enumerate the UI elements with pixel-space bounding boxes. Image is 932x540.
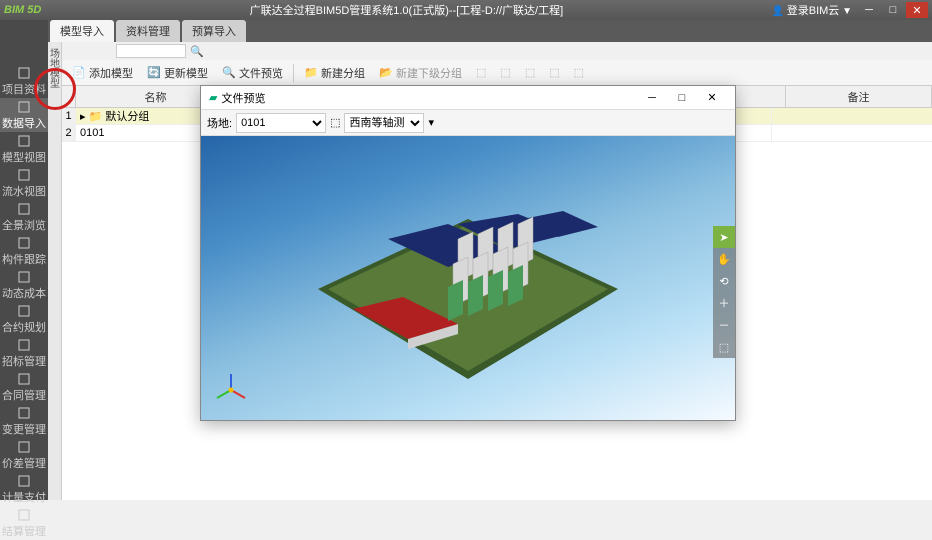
search-input[interactable] <box>116 44 186 58</box>
preview-window: ▰ 文件预览 ─ □ ✕ 场地: 0101 ⬚ 西南等轴测 ▾ <box>200 85 736 421</box>
preview-logo-icon: ▰ <box>209 91 217 104</box>
preview-canvas[interactable]: ➤ ✋ ⟲ ＋ － ⬚ <box>201 136 735 420</box>
search-icon[interactable]: 🔍 <box>190 45 204 58</box>
toolbar: 📄添加模型 🔄更新模型 🔍文件预览 📁新建分组 📂新建下级分组 ⬚ ⬚ ⬚ ⬚ … <box>62 60 932 86</box>
separator <box>293 64 294 82</box>
preview-header: ▰ 文件预览 ─ □ ✕ <box>201 86 735 110</box>
preview-toolbar: 场地: 0101 ⬚ 西南等轴测 ▾ <box>201 110 735 136</box>
tool-icon-4[interactable]: ⬚ <box>545 64 563 81</box>
preview-maximize-button[interactable]: □ <box>667 88 697 108</box>
sidebar-item-结算管理[interactable]: 结算管理 <box>0 506 48 540</box>
preview-minimize-button[interactable]: ─ <box>637 88 667 108</box>
close-button[interactable]: ✕ <box>906 2 928 18</box>
tool-pan-icon[interactable]: ✋ <box>713 248 735 270</box>
th-note[interactable]: 备注 <box>786 86 932 107</box>
thin-item-1[interactable]: 场地模型 <box>49 44 61 92</box>
view-select[interactable]: 西南等轴测 <box>344 113 424 133</box>
new-subgroup-button[interactable]: 📂新建下级分组 <box>375 63 466 83</box>
tab-模型导入[interactable]: 模型导入 <box>50 20 114 42</box>
add-model-button[interactable]: 📄添加模型 <box>68 63 137 83</box>
window-title: 广联达全过程BIM5D管理系统1.0(正式版)--[工程-D://广联达/工程] <box>41 2 771 18</box>
tool-zoom-out-icon[interactable]: － <box>713 314 735 336</box>
tool-fit-icon[interactable]: ⬚ <box>713 336 735 358</box>
cloud-login[interactable]: 👤 登录BIM云 ▼ <box>772 2 852 18</box>
title-bar: BIM 5D 广联达全过程BIM5D管理系统1.0(正式版)--[工程-D://… <box>0 0 932 20</box>
view-tool-icon[interactable]: ▾ <box>428 116 434 129</box>
scene-select[interactable]: 0101 <box>236 113 326 133</box>
left-sidebar: 项目资料数据导入模型视图流水视图全景浏览构件跟踪动态成本合约规划招标管理合同管理… <box>0 20 48 500</box>
main-tabs: 模型导入资料管理预算导入 <box>0 20 932 42</box>
sidebar-item-构件跟踪[interactable]: 构件跟踪 <box>0 234 48 268</box>
quick-search-bar: 🔍 <box>62 42 932 60</box>
sidebar-item-动态成本[interactable]: 动态成本 <box>0 268 48 302</box>
tool-icon-3[interactable]: ⬚ <box>521 64 539 81</box>
sidebar-item-项目资料[interactable]: 项目资料 <box>0 64 48 98</box>
view-icon: ⬚ <box>330 116 340 129</box>
tab-预算导入[interactable]: 预算导入 <box>182 20 246 42</box>
th-idx <box>62 86 76 107</box>
tool-icon-2[interactable]: ⬚ <box>496 64 514 81</box>
sidebar-item-价差管理[interactable]: 价差管理 <box>0 438 48 472</box>
preview-title: 文件预览 <box>221 90 637 106</box>
scene-label: 场地: <box>207 115 232 131</box>
axis-gizmo[interactable] <box>213 372 249 408</box>
sidebar-item-合同管理[interactable]: 合同管理 <box>0 370 48 404</box>
sidebar-item-模型视图[interactable]: 模型视图 <box>0 132 48 166</box>
tool-orbit-icon[interactable]: ⟲ <box>713 270 735 292</box>
sidebar-item-流水视图[interactable]: 流水视图 <box>0 166 48 200</box>
tool-zoom-in-icon[interactable]: ＋ <box>713 292 735 314</box>
tool-icon-5[interactable]: ⬚ <box>570 64 588 81</box>
model-3d <box>298 179 638 399</box>
new-group-button[interactable]: 📁新建分组 <box>300 63 369 83</box>
maximize-button[interactable]: □ <box>882 2 904 18</box>
sidebar-item-全景浏览[interactable]: 全景浏览 <box>0 200 48 234</box>
tab-资料管理[interactable]: 资料管理 <box>116 20 180 42</box>
sidebar-item-计量支付[interactable]: 计量支付 <box>0 472 48 506</box>
minimize-button[interactable]: ─ <box>858 2 880 18</box>
sidebar-item-数据导入[interactable]: 数据导入 <box>0 98 48 132</box>
sidebar-item-变更管理[interactable]: 变更管理 <box>0 404 48 438</box>
thin-sidebar: 场地模型 <box>48 42 62 500</box>
app-logo: BIM 5D <box>4 4 41 16</box>
preview-right-tools: ➤ ✋ ⟲ ＋ － ⬚ <box>713 226 735 358</box>
sidebar-item-招标管理[interactable]: 招标管理 <box>0 336 48 370</box>
tool-icon-1[interactable]: ⬚ <box>472 64 490 81</box>
file-preview-button[interactable]: 🔍文件预览 <box>218 63 287 83</box>
update-model-button[interactable]: 🔄更新模型 <box>143 63 212 83</box>
preview-close-button[interactable]: ✕ <box>697 88 727 108</box>
tool-select-icon[interactable]: ➤ <box>713 226 735 248</box>
sidebar-item-合约规划[interactable]: 合约规划 <box>0 302 48 336</box>
